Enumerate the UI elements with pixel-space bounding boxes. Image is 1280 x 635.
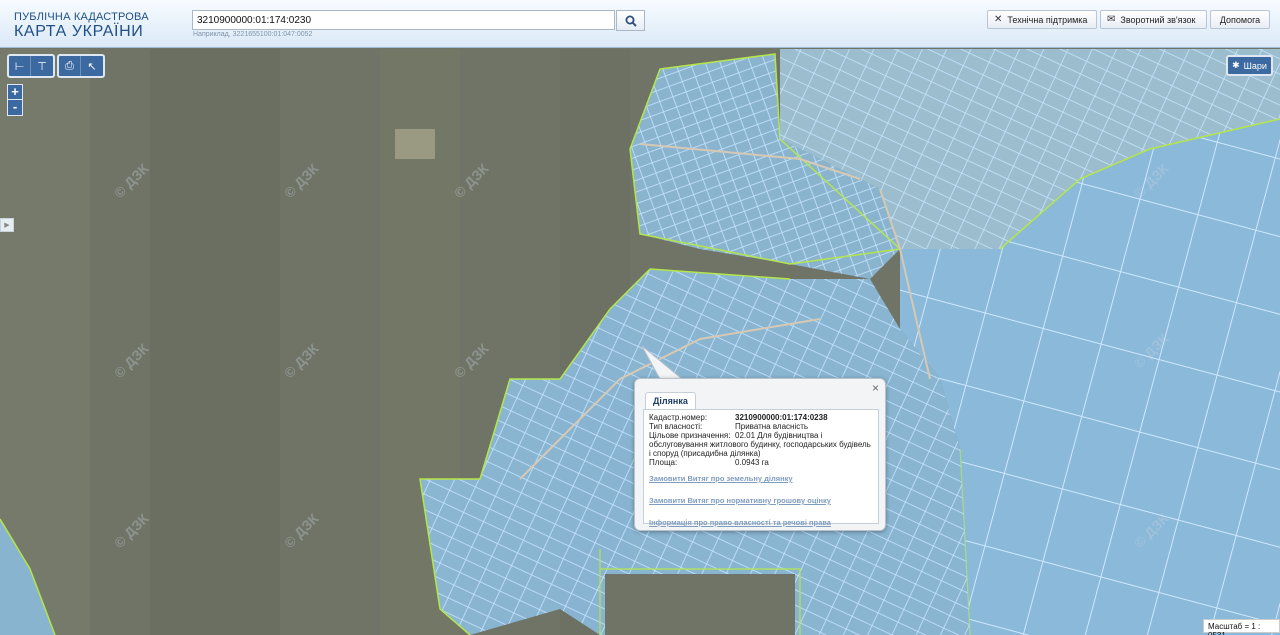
- field-ownership-type: Тип власності: Приватна власність: [649, 422, 873, 431]
- identify-icon[interactable]: ↖: [81, 56, 103, 76]
- gear-icon: ✱: [1232, 60, 1240, 70]
- measure-toolbar: ⊢ ⊤: [7, 54, 55, 78]
- tech-support-label: Технічна підтримка: [1007, 14, 1088, 25]
- field-label: Тип власності:: [649, 422, 703, 431]
- popup-tab[interactable]: Ділянка: [645, 392, 696, 410]
- search-button[interactable]: [616, 10, 645, 31]
- popup-body: Кадастр.номер: 3210900000:01:174:0238 Ти…: [643, 409, 879, 527]
- field-value: 3210900000:01:174:0238: [735, 413, 828, 422]
- header: ПУБЛІЧНА КАДАСТРОВА КАРТА УКРАЇНИ Наприк…: [0, 0, 1280, 48]
- order-valuation-extract-link[interactable]: Замовити Витяг про нормативну грошову оц…: [649, 496, 873, 505]
- order-land-extract-link[interactable]: Замовити Витяг про земельну ділянку: [649, 474, 873, 483]
- field-label: Цільове призначення:: [649, 431, 731, 440]
- map-canvas[interactable]: © ДЗК © ДЗК © ДЗК © ДЗК © ДЗК © ДЗК © ДЗ…: [0, 49, 1280, 635]
- zoom-in-button[interactable]: +: [8, 85, 22, 100]
- feedback-button[interactable]: ✉ Зворотний зв'язок: [1100, 10, 1207, 29]
- scale-label: Масштаб = 1 : 0531: [1203, 619, 1280, 635]
- action-toolbar: ⎙ ↖: [57, 54, 105, 78]
- zoom-control: + -: [7, 84, 23, 116]
- map-imagery: © ДЗК © ДЗК © ДЗК © ДЗК © ДЗК © ДЗК © ДЗ…: [0, 49, 1280, 635]
- field-area: Площа: 0.0943 га: [649, 458, 873, 467]
- ownership-info-link[interactable]: Інформація про право власності та речові…: [649, 518, 873, 527]
- tools-icon: ✕: [994, 14, 1003, 25]
- field-purpose: Цільове призначення: 02.01 Для будівництв…: [649, 431, 873, 458]
- brand-logo[interactable]: ПУБЛІЧНА КАДАСТРОВА КАРТА УКРАЇНИ: [14, 11, 149, 41]
- field-value: Приватна власність: [735, 422, 809, 431]
- field-value: 0.0943 га: [735, 458, 769, 467]
- search-hint: Наприклад, 3221655100:01:047:0052: [193, 31, 313, 38]
- close-icon[interactable]: ×: [872, 381, 879, 395]
- zoom-out-button[interactable]: -: [8, 100, 22, 115]
- help-label: Допомога: [1219, 14, 1261, 25]
- field-cadastral-number: Кадастр.номер: 3210900000:01:174:0238: [649, 413, 873, 422]
- print-icon[interactable]: ⎙: [59, 56, 81, 76]
- area-ruler-icon[interactable]: ⊤: [31, 56, 53, 76]
- help-button[interactable]: Допомога: [1210, 10, 1270, 29]
- layers-label: Шари: [1243, 60, 1267, 71]
- field-label: Площа:: [649, 458, 678, 467]
- tech-support-button[interactable]: ✕ Технічна підтримка: [987, 10, 1097, 29]
- side-panel-toggle[interactable]: ▶: [0, 218, 14, 232]
- ruler-icon[interactable]: ⊢: [9, 56, 31, 76]
- field-label: Кадастр.номер:: [649, 413, 708, 422]
- envelope-icon: ✉: [1107, 14, 1116, 25]
- brand-line1: ПУБЛІЧНА КАДАСТРОВА: [14, 11, 149, 23]
- layers-button[interactable]: ✱ Шари: [1226, 55, 1273, 76]
- feedback-label: Зворотний зв'язок: [1120, 14, 1196, 25]
- search-input[interactable]: [192, 10, 615, 30]
- parcel-popup: × Ділянка Кадастр.номер: 3210900000:01:1…: [634, 378, 886, 531]
- brand-line2: КАРТА УКРАЇНИ: [14, 23, 144, 40]
- search-icon: [625, 15, 637, 27]
